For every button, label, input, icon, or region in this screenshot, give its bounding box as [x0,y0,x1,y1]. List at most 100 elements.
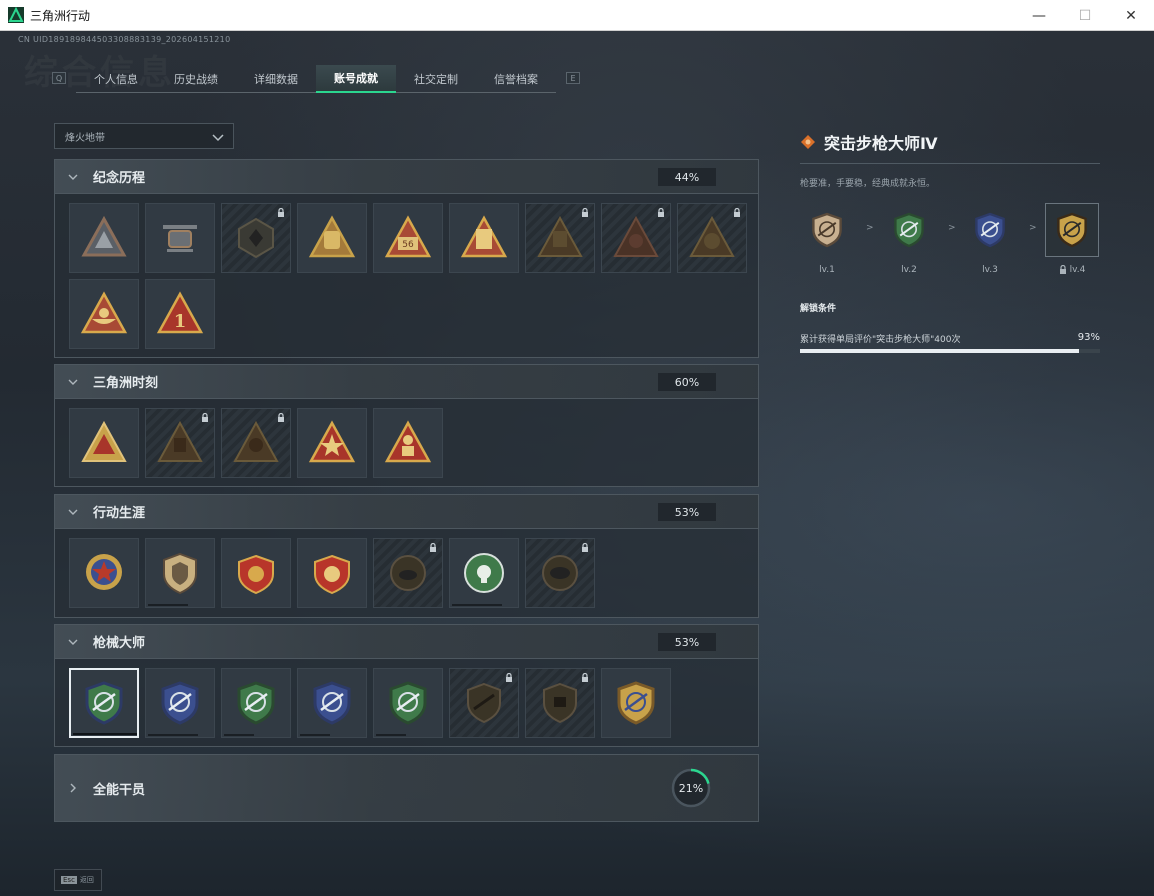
achievement-badge[interactable] [145,668,215,738]
section-header[interactable]: 三角洲时刻 60% [55,365,758,399]
tab-achievements[interactable]: 账号成就 [316,65,396,93]
mode-filter-value: 烽火地带 [65,132,105,144]
minimize-button[interactable]: — [1016,0,1062,31]
mode-filter-dropdown[interactable]: 烽火地带 [54,123,234,149]
achievement-badge[interactable] [373,668,443,738]
dark-triangle-icon [689,215,735,257]
section-title: 枪械大师 [93,636,146,651]
chevron-down-icon [68,379,78,385]
divider [800,163,1100,164]
achievement-badge-locked[interactable] [373,538,443,608]
chevron-down-icon [68,639,78,645]
achievement-diamond-icon [801,135,815,149]
tab-social[interactable]: 社交定制 [396,65,476,93]
lock-icon [278,208,284,217]
star-medal-icon [86,554,122,590]
player-uid: CN UID189189844503308883139_202604151210 [18,35,231,44]
achievement-badge-locked[interactable] [449,668,519,738]
detail-title: 突击步枪大师Ⅳ [824,134,938,153]
achievement-badge-locked[interactable] [601,203,671,273]
level-progression: lv.1 > lv.2 > lv.3 > lv.4 [800,203,1100,293]
achievement-badge[interactable] [69,538,139,608]
level-item[interactable]: lv.1 [800,203,854,275]
maximize-button[interactable]: ☐ [1062,0,1108,31]
tab-strip: 个人信息 历史战绩 详细数据 账号成就 社交定制 信誉档案 [76,65,556,93]
section-weapon-master: 枪械大师 53% [54,624,759,747]
section-header[interactable]: 纪念历程 44% [55,160,758,194]
tab-credit[interactable]: 信誉档案 [476,65,556,93]
section-memorial: 纪念历程 44% 56 1 [54,159,759,358]
soldier-triangle-icon [384,420,432,463]
achievement-badge[interactable] [221,538,291,608]
number-1-badge-icon: 1 [156,291,204,334]
window-title: 三角洲行动 [30,8,91,23]
level-separator: > [1029,223,1037,233]
achievement-badge[interactable]: 56 [373,203,443,273]
achievement-badge[interactable] [69,203,139,273]
section-header[interactable]: 全能干员 21% [55,755,758,821]
tab-personal-info[interactable]: 个人信息 [76,65,156,93]
achievement-badge[interactable] [145,203,215,273]
shield-stars-icon [314,554,350,595]
chevron-right-icon [70,783,76,793]
level-separator: > [866,223,874,233]
section-all-round-operator[interactable]: 全能干员 21% [54,754,759,822]
section-title: 行动生涯 [93,506,146,521]
achievement-badge[interactable] [297,538,367,608]
back-button[interactable]: Esc 返回 [54,869,102,891]
lock-icon [506,673,512,682]
level-separator: > [948,223,956,233]
section-percent: 53% [658,633,716,651]
achievement-badge-locked[interactable] [525,538,595,608]
tab-prev-key[interactable]: Q [52,72,66,84]
section-title: 纪念历程 [93,171,146,186]
achievement-badge[interactable] [373,408,443,478]
achievement-badge-selected[interactable] [69,668,139,738]
achievement-badge[interactable] [145,538,215,608]
tab-detailed-data[interactable]: 详细数据 [236,65,316,93]
achievement-badge-locked[interactable] [525,203,595,273]
level-label: lv.4 [1069,265,1086,275]
achievement-badge[interactable] [297,408,367,478]
dark-triangle-icon [233,420,279,462]
achievement-badge-locked[interactable] [145,408,215,478]
achievement-badge[interactable] [449,203,519,273]
number-56-badge-icon: 56 [384,215,432,258]
achievement-badge-locked[interactable] [221,203,291,273]
triangle-gold-icon [81,420,127,462]
tab-match-history[interactable]: 历史战绩 [156,65,236,93]
lock-icon [658,208,664,217]
close-button[interactable]: ✕ [1108,0,1154,31]
helicopter-icon [163,225,197,252]
achievement-badge-locked[interactable] [525,668,595,738]
achievement-badge-locked[interactable] [677,203,747,273]
chevron-down-icon [212,134,224,142]
achievement-badge[interactable]: 1 [145,279,215,349]
level-item-locked[interactable]: lv.4 [1045,203,1099,275]
rifle-shield-gold-icon [617,681,655,725]
level-item[interactable]: lv.2 [882,203,936,275]
achievement-badge[interactable] [69,279,139,349]
level-item[interactable]: lv.3 [963,203,1017,275]
tab-next-key[interactable]: E [566,72,580,84]
achievement-badge[interactable] [69,408,139,478]
achievement-badge[interactable] [221,668,291,738]
dark-emblem-icon [238,217,274,259]
chevron-down-icon [68,509,78,515]
achievement-badge[interactable] [601,668,671,738]
unlock-condition: 累计获得单局评价"突击步枪大师"400次 93% [800,332,1100,345]
section-header[interactable]: 行动生涯 53% [55,495,758,529]
dark-triangle-icon [157,420,203,462]
chevron-down-icon [68,174,78,180]
achievement-badge[interactable] [297,668,367,738]
achievement-badge[interactable] [449,538,519,608]
rifle-shield-green-icon [85,681,123,725]
level-label: lv.1 [819,265,835,275]
dark-eye-medal-icon [542,555,578,591]
section-percent: 44% [658,168,716,186]
dark-medal-icon [390,555,426,591]
section-header[interactable]: 枪械大师 53% [55,625,758,659]
achievement-badge[interactable] [297,203,367,273]
unlock-progress-bar [800,349,1100,353]
achievement-badge-locked[interactable] [221,408,291,478]
